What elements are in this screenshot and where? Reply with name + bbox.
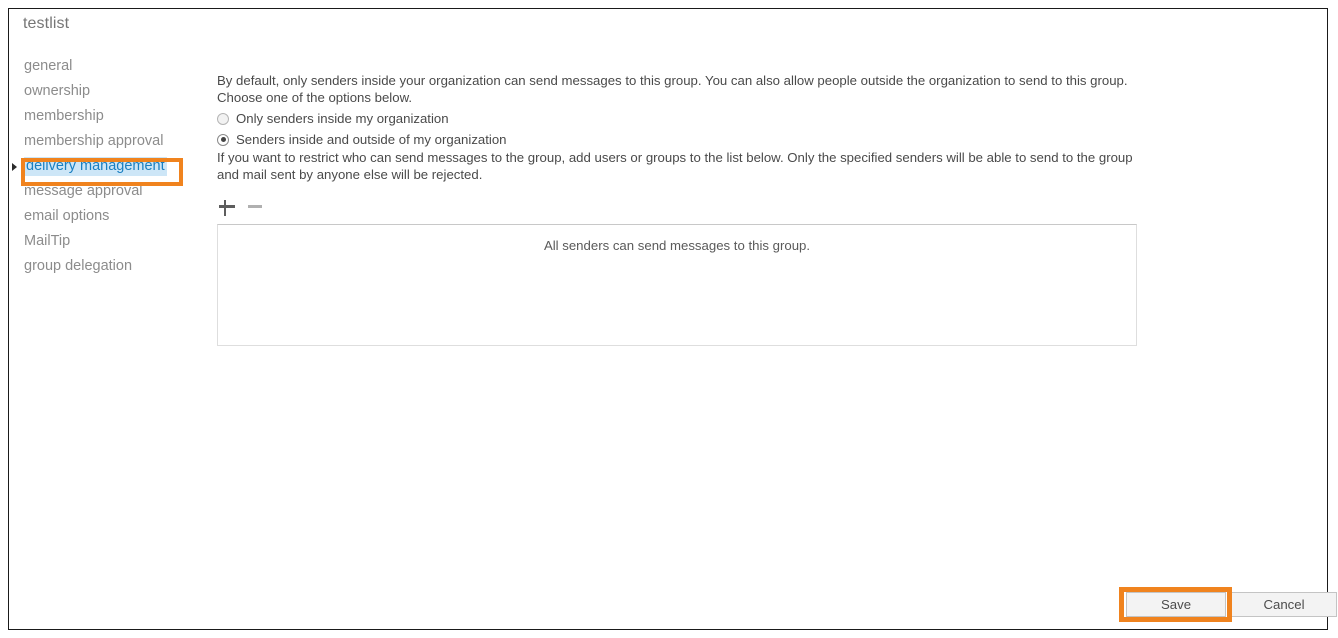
radio-label: Senders inside and outside of my organiz…: [236, 132, 507, 147]
intro-paragraph: By default, only senders inside your org…: [217, 73, 1128, 105]
sidebar-item-group-delegation[interactable]: group delegation: [9, 254, 204, 279]
senders-listbox[interactable]: All senders can send messages to this gr…: [217, 224, 1137, 346]
radio-inside-and-outside-organization[interactable]: Senders inside and outside of my organiz…: [217, 129, 1149, 150]
sidebar-item-label: message approval: [24, 183, 143, 199]
radio-only-inside-organization[interactable]: Only senders inside my organization: [217, 108, 1149, 129]
restrict-paragraph: If you want to restrict who can send mes…: [217, 150, 1133, 182]
sidebar-item-message-approval[interactable]: message approval: [9, 179, 204, 204]
sidebar-item-label: ownership: [24, 83, 91, 99]
sidebar-item-label: group delegation: [24, 258, 133, 274]
sidebar-item-email-options[interactable]: email options: [9, 204, 204, 229]
sidebar-item-label: general: [24, 58, 73, 74]
sidebar-item-membership[interactable]: membership: [9, 104, 204, 129]
sidebar-item-label: delivery management: [24, 157, 167, 176]
radio-label: Only senders inside my organization: [236, 111, 449, 126]
sidebar-item-ownership[interactable]: ownership: [9, 79, 204, 104]
sidebar-item-label: membership: [24, 108, 104, 124]
plus-icon[interactable]: [217, 196, 237, 216]
sidebar-item-membership-approval[interactable]: membership approval: [9, 129, 204, 154]
senders-list-toolbar: [217, 193, 1149, 219]
radio-icon-selected[interactable]: [217, 133, 229, 146]
cancel-button[interactable]: Cancel: [1231, 592, 1337, 617]
sidebar-item-label: MailTip: [24, 233, 71, 249]
sidebar-item-mailtip[interactable]: MailTip: [9, 229, 204, 254]
minus-icon[interactable]: [246, 196, 266, 216]
delivery-management-panel: By default, only senders inside your org…: [209, 73, 1149, 346]
page-title: testlist: [23, 15, 70, 32]
save-button[interactable]: Save: [1126, 592, 1226, 617]
selection-arrow-icon: [12, 163, 17, 171]
sidebar-item-label: email options: [24, 208, 110, 224]
sidebar-nav: general ownership membership membership …: [9, 54, 204, 279]
listbox-empty-message: All senders can send messages to this gr…: [543, 238, 811, 253]
sidebar-item-general[interactable]: general: [9, 54, 204, 79]
radio-icon[interactable]: [217, 112, 229, 125]
settings-dialog: testlist general ownership membership me…: [8, 8, 1337, 630]
sidebar-item-delivery-management[interactable]: delivery management: [9, 154, 204, 179]
sidebar-item-label: membership approval: [24, 133, 164, 149]
